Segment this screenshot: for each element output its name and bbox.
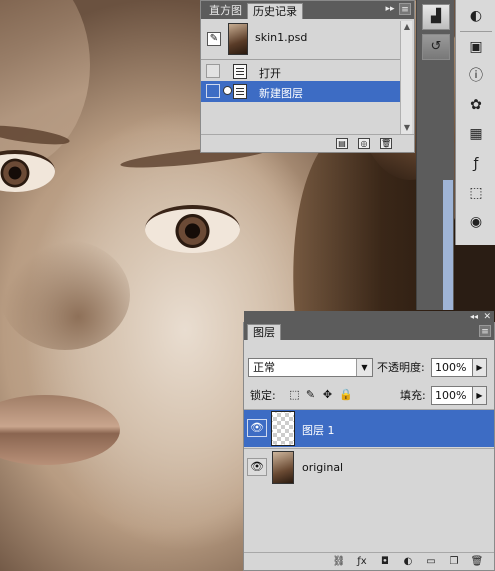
opacity-field[interactable]: 100%: [431, 358, 473, 377]
history-footer: ▤ ◎ 🗑: [201, 134, 414, 152]
tab-history[interactable]: 历史记录: [247, 3, 303, 19]
history-scrollbar[interactable]: ▲ ▼: [400, 21, 412, 134]
new-group-icon[interactable]: ▭: [424, 556, 438, 568]
layer-name: 图层 1: [302, 424, 335, 437]
dock-scrollbar[interactable]: [443, 180, 453, 310]
visibility-eye-icon[interactable]: 👁: [247, 458, 267, 476]
history-brush-source-checkbox[interactable]: [206, 84, 220, 98]
paths-icon[interactable]: ⬚: [464, 181, 488, 205]
history-brush-source-icon[interactable]: ✎: [207, 32, 221, 46]
link-layers-icon[interactable]: ⛓: [332, 556, 346, 568]
swatches-icon[interactable]: ▦: [464, 122, 488, 146]
layer-row-original[interactable]: 👁 original: [244, 448, 494, 486]
visibility-eye-icon[interactable]: 👁: [247, 419, 267, 437]
tab-histogram[interactable]: 直方图: [204, 3, 247, 19]
lock-transparent-pixels-icon[interactable]: ⬚: [288, 388, 301, 401]
layers-panel: ◂◂ ✕ 图层 ≡ 正常 ▼ 不透明度: 100% ▶ 锁定: ⬚ ✎ ✥ 🔒 …: [243, 311, 495, 571]
lock-position-icon[interactable]: ✥: [321, 388, 334, 401]
new-document-from-state-icon[interactable]: ▤: [336, 138, 348, 149]
divider: [460, 31, 492, 32]
info-icon[interactable]: ⓘ: [464, 64, 488, 88]
scroll-up-icon[interactable]: ▲: [401, 21, 413, 33]
document-step-icon: [233, 64, 247, 79]
navigator-icon[interactable]: ◐: [464, 4, 488, 28]
layers-footer: ⛓ ƒx ◘ ◐ ▭ ❐ 🗑: [244, 552, 494, 570]
fill-label: 填充:: [400, 389, 426, 402]
opacity-slider-arrow-icon[interactable]: ▶: [473, 358, 487, 377]
new-layer-icon[interactable]: ❐: [447, 556, 461, 568]
opacity-label: 不透明度:: [377, 361, 425, 374]
collapse-panel-icon[interactable]: ▸▸: [384, 3, 396, 15]
history-icon[interactable]: ↺: [422, 34, 450, 60]
snapshot-name: skin1.psd: [255, 31, 308, 44]
blend-mode-select[interactable]: 正常 ▼: [248, 358, 373, 377]
panel-menu-icon[interactable]: ≡: [399, 3, 411, 15]
layers-list-empty-area[interactable]: [244, 489, 494, 552]
scroll-down-icon[interactable]: ▼: [401, 122, 413, 134]
history-brush-source-checkbox[interactable]: [206, 64, 220, 78]
layers-tabbar: 图层 ≡: [244, 323, 494, 340]
history-tabbar: 直方图 历史记录 ▸▸ ≡: [201, 1, 414, 19]
history-state-slider-icon[interactable]: [223, 86, 232, 95]
layer-thumbnail: [271, 411, 295, 446]
channels-icon[interactable]: ▣: [464, 35, 488, 59]
fill-field[interactable]: 100%: [431, 386, 473, 405]
lock-row: 锁定: ⬚ ✎ ✥ 🔒 填充: 100% ▶: [248, 386, 492, 406]
panel-dock-icons: ◐ ▣ ⓘ ✿ ▦ ƒ ⬚ ◉: [455, 0, 495, 245]
layers-panel-header: ◂◂ ✕: [244, 311, 494, 323]
document-step-icon: [233, 84, 247, 99]
close-panel-icon[interactable]: ✕: [483, 311, 491, 323]
snapshot-thumbnail: [228, 23, 248, 55]
tab-layers[interactable]: 图层: [247, 324, 281, 340]
layer-name: original: [302, 461, 344, 474]
eye-right: [145, 205, 240, 253]
lock-all-icon[interactable]: 🔒: [339, 388, 353, 401]
fill-slider-arrow-icon[interactable]: ▶: [473, 386, 487, 405]
styles-icon[interactable]: ƒ: [464, 152, 488, 176]
chevron-down-icon: ▼: [356, 359, 372, 376]
adjustment-layer-icon[interactable]: ◐: [401, 556, 415, 568]
nose-shadow: [0, 240, 130, 350]
blend-mode-value: 正常: [253, 361, 275, 374]
collapse-panel-icon[interactable]: ◂◂: [470, 311, 478, 323]
history-step-new-layer[interactable]: 新建图层: [201, 81, 401, 102]
history-panel: 直方图 历史记录 ▸▸ ≡ ✎ skin1.psd 打开 新建图层 ▲ ▼ ▤ …: [200, 0, 415, 153]
panel-menu-icon[interactable]: ≡: [479, 325, 491, 337]
histogram-icon[interactable]: ▟: [422, 4, 450, 30]
lock-label: 锁定:: [250, 389, 276, 402]
lips: [0, 395, 120, 465]
delete-layer-icon[interactable]: 🗑: [470, 556, 484, 568]
layer-row-layer1[interactable]: 👁 图层 1: [244, 409, 494, 447]
history-step-label: 打开: [259, 67, 281, 80]
delete-state-icon[interactable]: 🗑: [380, 138, 392, 149]
lock-image-pixels-icon[interactable]: ✎: [304, 388, 317, 401]
color-icon[interactable]: ✿: [464, 93, 488, 117]
layer-thumbnail: [272, 451, 294, 484]
new-snapshot-icon[interactable]: ◎: [358, 138, 370, 149]
panel-dock-collapsed: ▟ ↺: [416, 0, 454, 310]
blend-row: 正常 ▼ 不透明度: 100% ▶: [248, 358, 492, 378]
history-step-open[interactable]: 打开: [201, 61, 401, 82]
layer-style-fx-icon[interactable]: ƒx: [355, 556, 369, 568]
history-step-label: 新建图层: [259, 87, 303, 100]
history-snapshot[interactable]: ✎ skin1.psd: [201, 20, 401, 60]
add-mask-icon[interactable]: ◘: [378, 556, 392, 568]
masks-icon[interactable]: ◉: [464, 210, 488, 234]
hair-left: [0, 0, 90, 170]
